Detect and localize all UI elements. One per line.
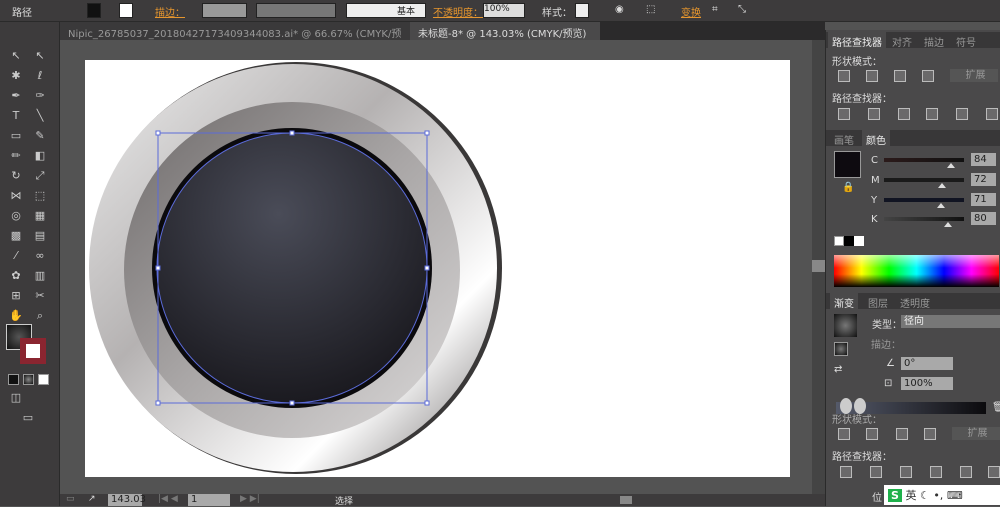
outline-icon[interactable] [960,466,972,478]
handle[interactable] [155,265,161,271]
tab-layers[interactable]: 图层 [868,295,888,310]
status-bar: ▭ ↗ 143.03 |◀ ◀ 1 ▶ ▶| 选择 [60,494,825,507]
trim-icon[interactable] [870,466,882,478]
exclude-icon[interactable] [924,428,936,440]
intersect-icon[interactable] [894,70,906,82]
handle[interactable] [424,130,430,136]
moon-icon[interactable]: ☾ [920,489,930,502]
pathfinder-tabs: 路径查找器 对齐 描边 符号 [826,32,1000,49]
channel-label: Y [871,195,878,206]
inner-dark-circle[interactable] [156,132,428,404]
divide-icon[interactable] [840,466,852,478]
sogou-logo-icon: S [888,489,902,502]
export-icon[interactable]: ↗ [88,494,96,504]
black-swatch[interactable] [844,236,854,246]
handle[interactable] [289,130,295,136]
gradient-fill-box[interactable] [834,342,848,356]
channel-label: C [871,155,878,166]
intersect-icon[interactable] [896,428,908,440]
white-swatch[interactable] [854,236,864,246]
aspect-ratio-field[interactable]: 100% [901,377,953,390]
pathfinders-label: 路径查找器： [832,452,892,463]
reverse-gradient-icon[interactable]: ⇄ [834,364,842,375]
first-page-icon[interactable]: |◀ ◀ [158,494,178,504]
color-spectrum[interactable] [834,255,999,287]
expand-button[interactable]: 扩展 [950,69,998,82]
ime-language[interactable]: 英 [905,489,916,502]
tab-gradient[interactable]: 渐变 [830,293,858,310]
handle[interactable] [424,400,430,406]
gradient-preview[interactable] [834,314,857,337]
crop-icon[interactable] [926,108,938,120]
shape-modes-label: 形状模式： [832,415,882,426]
magenta-field[interactable]: 72 [971,173,996,186]
expand-button[interactable]: 扩展 [952,427,1000,440]
fill-color-swatch[interactable] [834,151,861,178]
minus-front-icon[interactable] [866,428,878,440]
handle[interactable] [155,130,161,136]
delete-stop-icon[interactable]: 🗑 [992,402,1000,413]
trim-icon[interactable] [868,108,880,120]
tab-pathfinder[interactable]: 路径查找器 [828,32,886,49]
cyan-field[interactable]: 84 [971,153,996,166]
tab-align[interactable]: 对齐 [892,34,912,49]
vertical-scrollbar[interactable] [812,40,825,494]
yellow-slider[interactable] [884,198,964,208]
keyboard-icon[interactable]: ⌨ [947,489,963,502]
type-label: 类型： [872,320,902,331]
button-artwork[interactable] [0,0,825,494]
tab-transparency[interactable]: 透明度 [900,295,930,310]
merge-icon[interactable] [898,108,910,120]
angle-field[interactable]: 0° [901,357,953,370]
divide-icon[interactable] [838,108,850,120]
magenta-slider[interactable] [884,178,964,188]
zoom-field[interactable]: 143.03 [108,494,146,506]
minus-back-icon[interactable] [986,108,998,120]
cyan-slider[interactable] [884,158,964,168]
minus-back-icon[interactable] [988,466,1000,478]
unite-icon[interactable] [838,428,850,440]
outline-icon[interactable] [956,108,968,120]
tab-stroke[interactable]: 描边 [924,34,944,49]
crop-icon[interactable] [930,466,942,478]
handle[interactable] [289,400,295,406]
horizontal-scrollbar[interactable] [620,496,632,504]
channel-label: M [871,175,880,186]
aspect-ratio-icon: ⊡ [884,378,893,389]
artboard-nav-icon[interactable]: ▭ [66,494,75,504]
page-field[interactable]: 1 [188,494,230,506]
tab-brushes[interactable]: 画笔 [834,132,854,147]
handle[interactable] [155,400,161,406]
channel-label: K [871,214,878,225]
none-swatch[interactable] [834,236,844,246]
position-label: 位 [872,493,882,504]
next-page-icon[interactable]: ▶ ▶| [240,494,260,504]
unite-icon[interactable] [838,70,850,82]
punctuation-icon[interactable]: •, [933,489,943,502]
current-tool-label[interactable]: 选择 [335,494,353,507]
ime-toolbar[interactable]: S 英 ☾ •, ⌨ [884,485,1000,505]
angle-icon: ∠ [886,358,895,369]
exclude-icon[interactable] [922,70,934,82]
tab-color[interactable]: 颜色 [862,130,890,147]
shape-modes-label: 形状模式： [832,57,882,68]
black-field[interactable]: 80 [971,212,996,225]
color-tabs: 画笔 颜色 [826,130,1000,147]
gradient-type-dropdown[interactable]: 径向 [901,315,1000,328]
minus-front-icon[interactable] [866,70,878,82]
yellow-field[interactable]: 71 [971,193,996,206]
panel-dock: 路径查找器 对齐 描边 符号 形状模式： 扩展 路径查找器： 画笔 颜色 🔒 C… [825,30,1000,506]
black-slider[interactable] [884,217,964,227]
gradient-stroke-label: 描边： [871,340,901,351]
tab-symbols[interactable]: 符号 [956,34,976,49]
handle[interactable] [424,265,430,271]
lock-icon[interactable]: 🔒 [842,182,854,193]
pathfinders-label: 路径查找器： [832,94,892,105]
merge-icon[interactable] [900,466,912,478]
gradient-tabs: 渐变 图层 透明度 [826,293,1000,310]
